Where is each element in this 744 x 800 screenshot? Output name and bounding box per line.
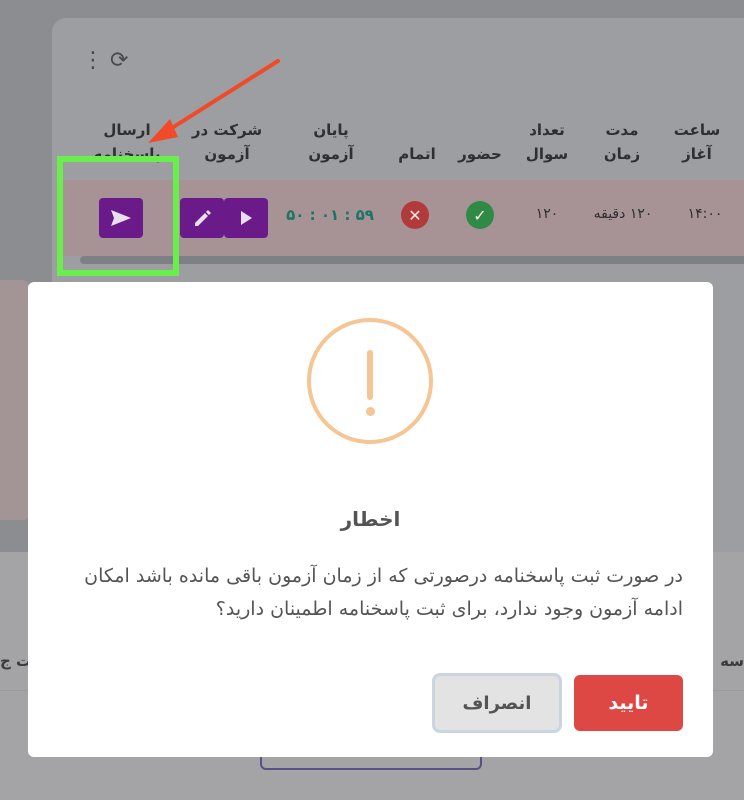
refresh-icon[interactable]: ⟳ [110,48,128,73]
table-scrollbar[interactable] [80,256,744,264]
header-duration: مدت زمان [603,121,641,163]
side-panel [0,280,30,520]
cancel-button[interactable]: انصراف [432,673,562,733]
header-exam-end: پایان آزمون [308,121,354,163]
join-exam-button[interactable] [224,198,268,238]
bg-text-fragment-right: سه [720,652,744,670]
confirm-dialog: اخطار در صورت ثبت پاسخنامه درصورتی که از… [28,282,713,757]
dialog-message: در صورت ثبت پاسخنامه درصورتی که از زمان … [84,565,683,620]
bg-text-fragment-left: ت ج [0,652,32,670]
highlight-box [57,156,179,276]
confirm-button[interactable]: تایید [574,675,683,731]
exclamation-icon [307,318,433,444]
header-attendance: حضور [458,145,502,163]
play-icon [241,211,252,225]
header-start-time: ساعت آغاز [673,121,721,163]
header-question-count: تعداد سوال [525,121,569,163]
annotation-arrow [148,59,280,143]
start-time-cell: ۱۴:۰۰ [687,206,723,222]
pencil-icon [195,210,211,226]
header-completion: اتمام [398,145,436,163]
dialog-title: اخطار [340,507,401,531]
question-count-cell: ۱۲۰ [535,206,559,222]
x-circle-icon: ✕ [401,201,429,229]
check-circle-icon: ✓ [466,201,494,229]
remaining-time: ۵۹ : ۰۱ : ۵۰ [286,206,374,224]
kebab-icon[interactable]: ⋮ [82,48,104,73]
duration-cell: ۱۲۰ دقیقه [593,206,653,222]
edit-button[interactable] [180,198,224,238]
